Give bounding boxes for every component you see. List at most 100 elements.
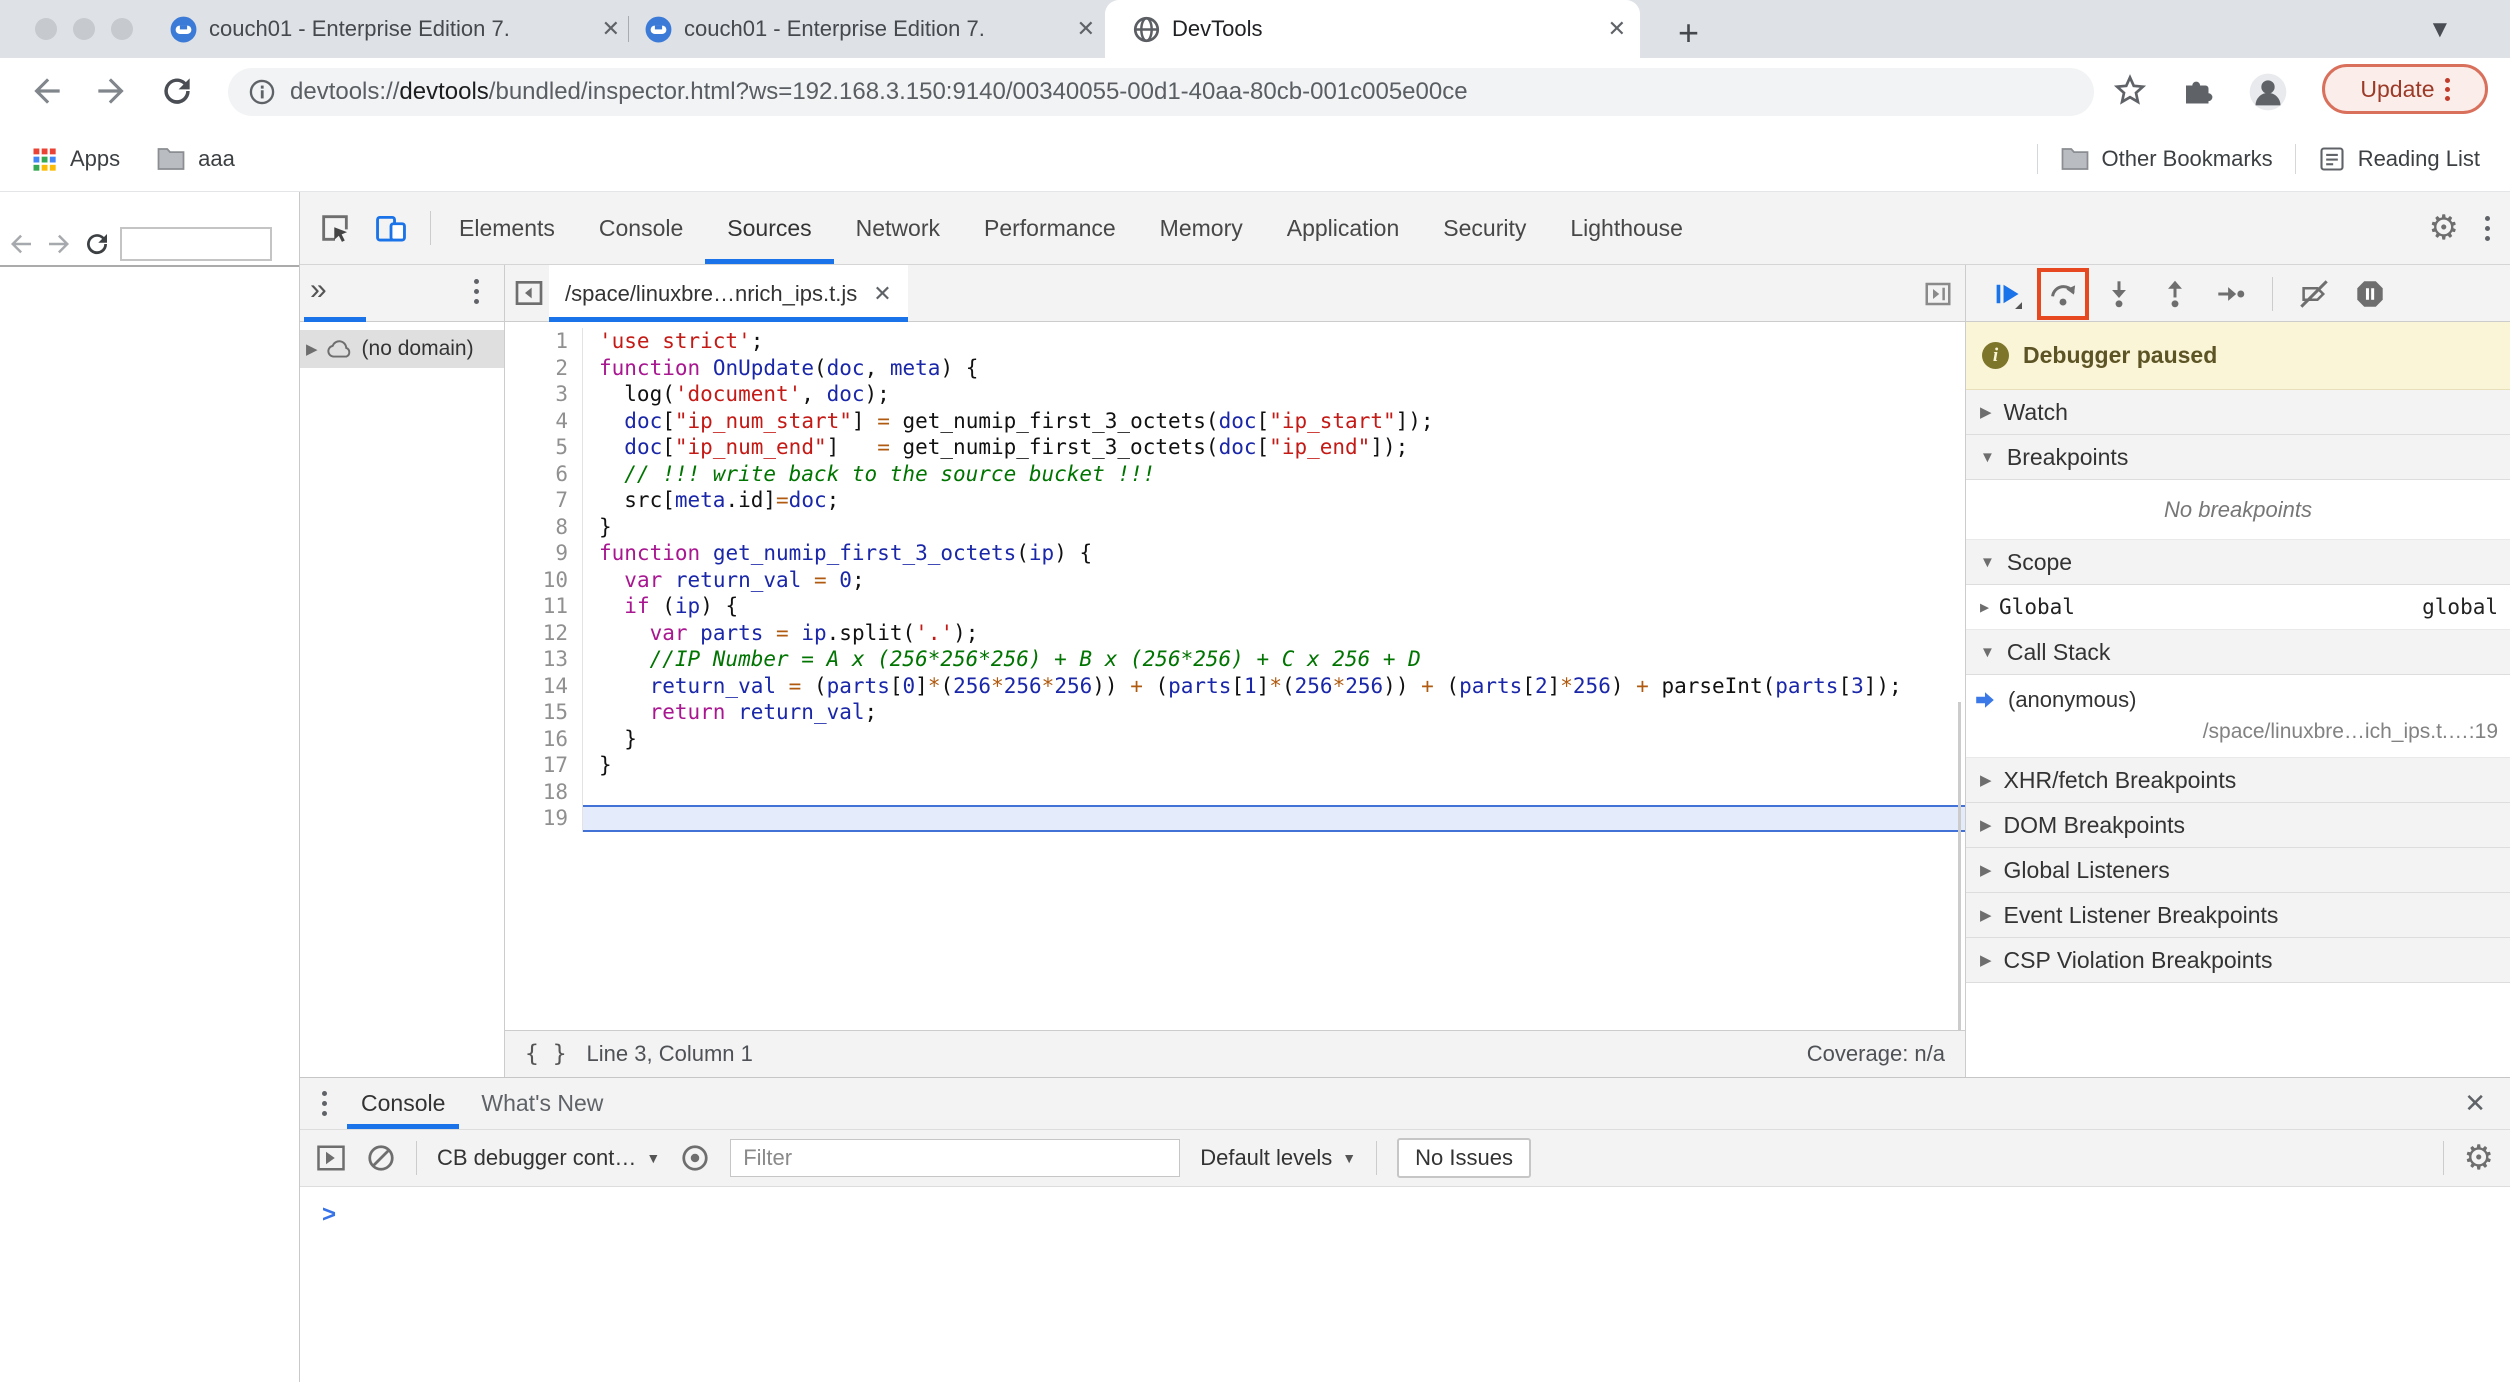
- gutter-line-number-6[interactable]: 6: [505, 460, 583, 487]
- code-line-2[interactable]: function OnUpdate(doc, meta) {: [583, 355, 1965, 382]
- code-line-11[interactable]: if (ip) {: [583, 593, 1965, 620]
- bookmark-apps[interactable]: Apps: [30, 145, 120, 173]
- code-line-18[interactable]: [583, 779, 1965, 806]
- expander-icon[interactable]: ▼: [1980, 554, 1995, 571]
- devtools-settings-gear-icon[interactable]: ⚙: [2429, 211, 2459, 245]
- page-info-icon[interactable]: [248, 78, 276, 106]
- no-issues-button[interactable]: No Issues: [1397, 1138, 1531, 1178]
- other-bookmarks[interactable]: Other Bookmarks: [2060, 146, 2273, 172]
- section-global-listeners[interactable]: ▶ Global Listeners: [1966, 848, 2510, 893]
- gutter-line-number-12[interactable]: 12: [505, 619, 583, 646]
- step-button[interactable]: [2216, 279, 2246, 309]
- gutter-line-number-17[interactable]: 17: [505, 752, 583, 779]
- expander-icon[interactable]: ▶: [1980, 598, 1989, 616]
- clear-console-icon[interactable]: [366, 1143, 396, 1173]
- section-watch[interactable]: ▶ Watch: [1966, 390, 2510, 435]
- device-toolbar-icon[interactable]: [374, 211, 408, 245]
- browser-tab-2[interactable]: couch01 - Enterprise Edition 7. ✕: [645, 0, 1095, 58]
- code-line-19[interactable]: [583, 805, 1965, 832]
- expander-icon[interactable]: ▶: [1980, 771, 1992, 789]
- devtools-tab-memory[interactable]: Memory: [1138, 192, 1265, 264]
- code-line-5[interactable]: doc["ip_num_end"] = get_numip_first_3_oc…: [583, 434, 1965, 461]
- gutter-line-number-5[interactable]: 5: [505, 434, 583, 461]
- code-line-15[interactable]: return return_val;: [583, 699, 1965, 726]
- code-line-16[interactable]: }: [583, 726, 1965, 753]
- gutter-line-number-19[interactable]: 19: [505, 805, 583, 832]
- window-close-button[interactable]: [35, 18, 57, 40]
- drawer-tab-whats-new[interactable]: What's New: [463, 1078, 621, 1129]
- log-levels-selector[interactable]: Default levels ▼: [1200, 1145, 1356, 1171]
- navigator-more-tabs[interactable]: »: [310, 273, 327, 307]
- expander-icon[interactable]: ▶: [1980, 951, 1992, 969]
- code-line-8[interactable]: }: [583, 514, 1965, 541]
- open-drawer-icon[interactable]: [1923, 279, 1953, 309]
- gutter-line-number-13[interactable]: 13: [505, 646, 583, 673]
- console-messages-area[interactable]: >: [300, 1187, 2510, 1381]
- section-dom-breakpoints[interactable]: ▶ DOM Breakpoints: [1966, 803, 2510, 848]
- profile-avatar[interactable]: [2248, 72, 2288, 112]
- code-line-7[interactable]: src[meta.id]=doc;: [583, 487, 1965, 514]
- section-event-listener-breakpoints[interactable]: ▶ Event Listener Breakpoints: [1966, 893, 2510, 938]
- gutter-line-number-7[interactable]: 7: [505, 487, 583, 514]
- section-xhr-breakpoints[interactable]: ▶ XHR/fetch Breakpoints: [1966, 758, 2510, 803]
- inspect-element-icon[interactable]: [318, 211, 352, 245]
- browser-menu-icon[interactable]: [2444, 77, 2450, 101]
- editor-scrollbar[interactable]: [1958, 702, 1961, 1030]
- gutter-line-number-18[interactable]: 18: [505, 778, 583, 805]
- hide-navigator-icon[interactable]: [513, 277, 545, 309]
- gutter-line-number-10[interactable]: 10: [505, 566, 583, 593]
- reading-list[interactable]: Reading List: [2318, 145, 2480, 173]
- section-csp-violation-breakpoints[interactable]: ▶ CSP Violation Breakpoints: [1966, 938, 2510, 983]
- expander-icon[interactable]: ▼: [1980, 449, 1995, 466]
- code-scroll-area[interactable]: 1'use strict'; 2 function OnUpdate(doc, me…: [505, 322, 1965, 1030]
- screencast-forward-icon[interactable]: [44, 229, 74, 259]
- devtools-tab-application[interactable]: Application: [1265, 192, 1422, 264]
- chrome-update-button[interactable]: Update: [2322, 64, 2488, 114]
- code-line-3[interactable]: log('document', doc);: [583, 381, 1965, 408]
- devtools-tab-network[interactable]: Network: [834, 192, 962, 264]
- call-stack-frame[interactable]: (anonymous) /space/linuxbre…ich_ips.t.…:…: [1966, 675, 2510, 758]
- pause-on-exceptions-button[interactable]: [2355, 279, 2385, 309]
- browser-tab-1[interactable]: couch01 - Enterprise Edition 7. ✕: [170, 0, 620, 58]
- gutter-line-number-11[interactable]: 11: [505, 593, 583, 620]
- console-prompt-icon[interactable]: >: [322, 1201, 336, 1229]
- tab-close-icon[interactable]: ✕: [1608, 16, 1626, 42]
- step-over-button[interactable]: [2037, 267, 2089, 320]
- screencast-back-icon[interactable]: [6, 229, 36, 259]
- devtools-tab-security[interactable]: Security: [1421, 192, 1548, 264]
- step-out-button[interactable]: [2160, 279, 2190, 309]
- drawer-menu-icon[interactable]: [322, 1091, 327, 1116]
- window-zoom-button[interactable]: [111, 18, 133, 40]
- devtools-menu-icon[interactable]: [2485, 215, 2490, 241]
- code-line-9[interactable]: function get_numip_first_3_octets(ip) {: [583, 540, 1965, 567]
- file-tab-close-icon[interactable]: ✕: [873, 281, 891, 307]
- code-line-1[interactable]: 'use strict';: [583, 328, 1965, 355]
- section-scope[interactable]: ▼ Scope: [1966, 540, 2510, 585]
- expander-icon[interactable]: ▶: [1980, 861, 1992, 879]
- bookmark-folder-aaa[interactable]: aaa: [156, 146, 235, 172]
- gutter-line-number-8[interactable]: 8: [505, 513, 583, 540]
- deactivate-breakpoints-button[interactable]: [2299, 279, 2329, 309]
- expander-icon[interactable]: ▶: [1980, 403, 1992, 421]
- back-icon[interactable]: [28, 72, 66, 110]
- address-bar[interactable]: devtools://devtools/bundled/inspector.ht…: [228, 68, 2094, 116]
- devtools-tab-elements[interactable]: Elements: [437, 192, 577, 264]
- expander-icon[interactable]: ▶: [1980, 906, 1992, 924]
- scope-global-row[interactable]: ▶ Global global: [1966, 585, 2510, 630]
- navigator-menu-icon[interactable]: [474, 279, 479, 304]
- new-tab-button[interactable]: +: [1678, 12, 1699, 54]
- console-settings-gear-icon[interactable]: ⚙: [2464, 1141, 2494, 1175]
- resume-button[interactable]: [1992, 279, 2022, 309]
- section-breakpoints[interactable]: ▼ Breakpoints: [1966, 435, 2510, 480]
- gutter-line-number-16[interactable]: 16: [505, 725, 583, 752]
- gutter-line-number-15[interactable]: 15: [505, 699, 583, 726]
- gutter-line-number-9[interactable]: 9: [505, 540, 583, 567]
- console-context-selector[interactable]: CB debugger cont… ▼: [437, 1145, 660, 1171]
- window-minimize-button[interactable]: [73, 18, 95, 40]
- console-filter-input[interactable]: [730, 1139, 1181, 1177]
- console-sidebar-toggle-icon[interactable]: [316, 1144, 346, 1172]
- devtools-tab-console[interactable]: Console: [577, 192, 705, 264]
- expander-icon[interactable]: ▼: [1980, 644, 1995, 661]
- extensions-puzzle-icon[interactable]: [2180, 72, 2216, 108]
- screencast-reload-icon[interactable]: [82, 229, 112, 259]
